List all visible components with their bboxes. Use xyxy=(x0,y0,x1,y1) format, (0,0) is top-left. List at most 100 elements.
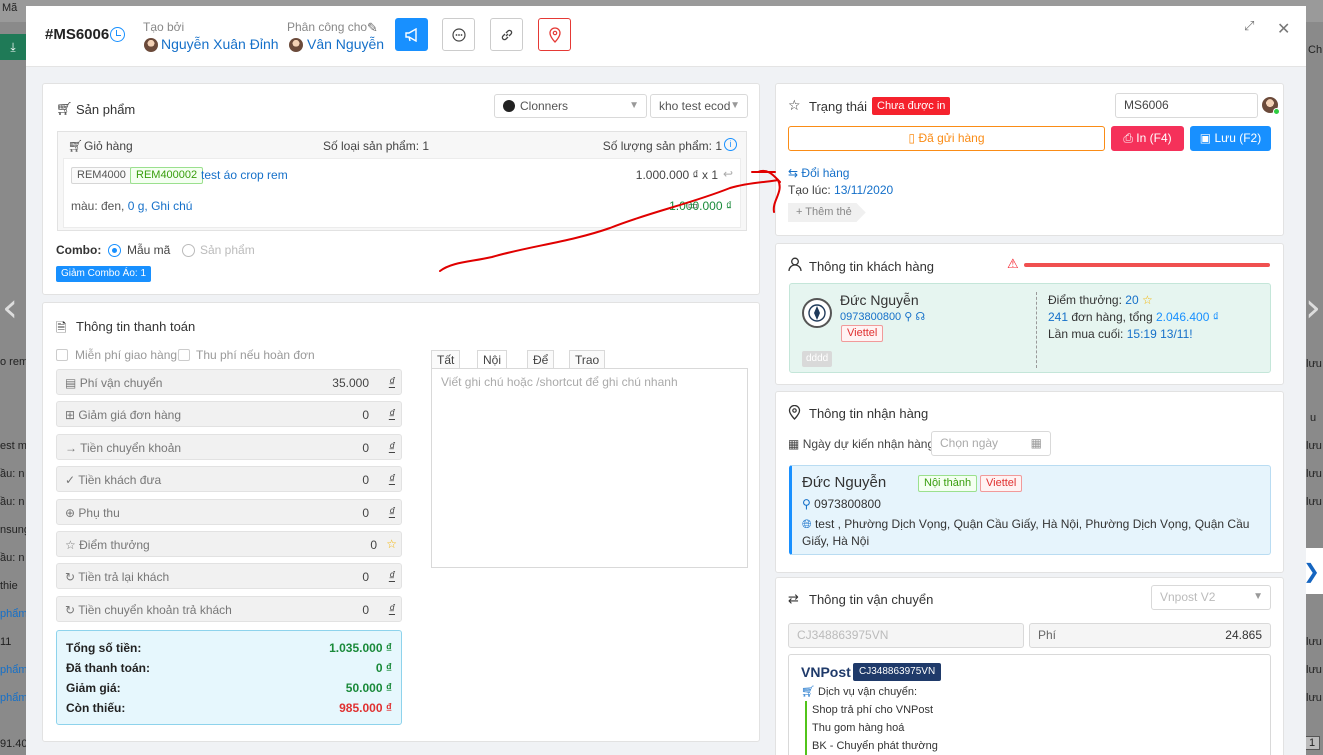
link-icon[interactable] xyxy=(490,18,523,51)
payment-row-label: Điểm thưởng xyxy=(79,538,150,552)
background-page-number[interactable]: 1 xyxy=(1304,736,1321,750)
tab-all[interactable]: Tất cả xyxy=(431,350,461,385)
sent-button[interactable]: ▯ Đã gửi hàng xyxy=(788,126,1105,151)
tab-internal[interactable]: Nội bộ xyxy=(477,350,508,385)
carrier-tag: Viettel xyxy=(841,325,884,342)
payment-row-value[interactable]: 0 xyxy=(362,408,369,422)
star-icon: ☆ xyxy=(1141,293,1153,307)
order-code-input[interactable]: MS6006 xyxy=(1115,93,1258,118)
payment-row-refund[interactable]: ↻ Tiền trả lại khách 0 ₫ xyxy=(56,563,402,589)
payment-row-value[interactable]: 0 xyxy=(362,603,369,617)
payment-row-label: Phí vận chuyển xyxy=(79,376,163,390)
online-dot xyxy=(1273,108,1280,115)
megaphone-icon[interactable] xyxy=(395,18,428,51)
arrow-right-icon: → xyxy=(65,441,77,455)
payment-row-value[interactable]: 0 xyxy=(362,506,369,520)
payment-row-refund-transfer[interactable]: ↻ Tiền chuyển khoản trả khách 0 ₫ xyxy=(56,596,402,622)
payment-row-surcharge[interactable]: ⊕ Phụ thu 0 ₫ xyxy=(56,499,402,525)
background-text: lưu xyxy=(1306,692,1322,704)
background-text: lưu xyxy=(1306,440,1322,452)
customer-name[interactable]: Đức Nguyễn xyxy=(840,292,919,308)
receiver-phone[interactable]: 0973800800 xyxy=(814,497,881,511)
expand-icon[interactable]: ⤢ xyxy=(1244,19,1254,34)
chat-icon[interactable] xyxy=(442,18,475,51)
background-text: Mã xyxy=(2,2,18,14)
customer-phone[interactable]: 0973800800 ⚲ ☊ xyxy=(840,310,925,323)
chevron-down-icon: ▼ xyxy=(1253,591,1263,602)
last-buy-label: Lần mua cuối: xyxy=(1048,327,1124,341)
assigned-name[interactable]: Vân Nguyễn xyxy=(307,36,384,52)
currency: ₫ xyxy=(388,602,395,616)
product-name-link[interactable]: test áo crop rem xyxy=(201,168,288,182)
receiver-phone-line: ⚲ 0973800800 xyxy=(802,497,881,511)
receiver-address[interactable]: test , Phường Dịch Vọng, Quận Cầu Giấy, … xyxy=(802,517,1249,548)
payment-row-value[interactable]: 0 xyxy=(362,441,369,455)
payment-row-shipping[interactable]: ▤ Phí vận chuyển 35.000 ₫ xyxy=(56,369,402,395)
cart-item: REM4000 REM400002 test áo crop rem 1.000… xyxy=(63,158,741,228)
item-attributes: màu: đen, 0 g, Ghi chú xyxy=(71,199,193,213)
combo-product-label: Sản phẩm xyxy=(200,243,255,257)
star-icon: ☆ xyxy=(65,538,76,552)
store-logo-icon xyxy=(503,100,515,112)
item-weight[interactable]: 0 g xyxy=(128,199,145,213)
created-by-name[interactable]: Nguyễn Xuân Đỉnh xyxy=(161,36,279,52)
combo-label: Combo: xyxy=(56,243,102,257)
print-button-label: In (F4) xyxy=(1136,131,1172,145)
combo-product-radio[interactable] xyxy=(182,244,195,257)
tracking-input[interactable]: CJ348863975VN xyxy=(788,623,1024,648)
next-arrow-icon[interactable]: › xyxy=(1305,285,1321,331)
fee-value: 24.865 xyxy=(1225,628,1262,642)
expected-date-label: Ngày dự kiến nhận hàng xyxy=(802,437,935,451)
note-textarea[interactable]: Viết ghi chú hoặc /shortcut để ghi chú n… xyxy=(431,368,748,568)
payment-row-value[interactable]: 0 xyxy=(370,538,377,552)
clock-icon[interactable] xyxy=(110,27,125,42)
return-fee-checkbox[interactable] xyxy=(178,349,190,361)
payment-row-transfer[interactable]: → Tiền chuyển khoản 0 ₫ xyxy=(56,434,402,460)
receipt-icon: 🗎︎ xyxy=(56,321,67,336)
payment-row-points[interactable]: ☆ Điểm thưởng 0 ☆ xyxy=(56,531,402,557)
free-ship-checkbox[interactable] xyxy=(56,349,68,361)
payment-row-value[interactable]: 0 xyxy=(362,570,369,584)
note-link[interactable]: Ghi chú xyxy=(151,199,192,213)
warehouse-select[interactable]: kho test ecod ▼ xyxy=(650,94,748,118)
print-button[interactable]: ⎙ In (F4) xyxy=(1111,126,1184,151)
cart-icon: 🛒︎ xyxy=(56,102,73,117)
shipping-service-select[interactable]: Vnpost V2 ▼ xyxy=(1151,585,1271,610)
divider xyxy=(1036,292,1037,368)
tab-print[interactable]: Để in xyxy=(527,350,555,385)
edit-icon[interactable]: ✎ xyxy=(367,20,378,36)
save-icon: ▣ xyxy=(1199,131,1212,145)
fee-input[interactable]: Phí 24.865 xyxy=(1029,623,1271,648)
currency: ₫ xyxy=(388,569,395,583)
payment-row-customer-paid[interactable]: ✓ Tiền khách đưa 0 ₫ xyxy=(56,466,402,492)
date-picker[interactable]: Chọn ngày ▦ xyxy=(931,431,1051,456)
orders-text: đơn hàng, tổng xyxy=(1071,310,1153,324)
close-icon[interactable]: ✕ xyxy=(1277,19,1290,38)
add-tag-button[interactable]: + Thêm thẻ xyxy=(788,203,866,222)
link-icon[interactable]: ⚲ xyxy=(904,311,912,323)
prev-arrow-icon[interactable]: ‹ xyxy=(2,285,18,331)
remaining-value: 985.000 ₫ xyxy=(339,701,392,715)
headset-icon[interactable]: ☊ xyxy=(915,311,925,323)
info-icon[interactable]: i xyxy=(724,138,737,151)
reply-icon[interactable]: ↩ xyxy=(723,167,733,181)
orders-count[interactable]: 241 xyxy=(1048,310,1068,324)
receiver-card: Thông tin nhận hàng ▦ Ngày dự kiến nhận … xyxy=(775,391,1284,573)
tab-discussion[interactable]: Trao đổi xyxy=(569,350,606,385)
risk-bar xyxy=(1024,263,1270,267)
cart-icon: 🛒︎ xyxy=(68,139,84,153)
last-buy-value: 15:19 13/11! xyxy=(1126,327,1193,341)
combo-variant-radio[interactable] xyxy=(108,244,121,257)
tracking-badge[interactable]: CJ348863975VN xyxy=(853,663,942,681)
star-icon[interactable]: ☆ xyxy=(386,537,397,551)
location-icon[interactable] xyxy=(538,18,571,51)
payment-row-discount[interactable]: ⊞ Giảm giá đơn hàng 0 ₫ xyxy=(56,401,402,427)
receiver-name[interactable]: Đức Nguyễn xyxy=(802,474,886,491)
background-download-button[interactable]: ⤓ xyxy=(0,34,26,60)
save-button[interactable]: ▣ Lưu (F2) xyxy=(1190,126,1271,151)
store-select[interactable]: Clonners ▼ xyxy=(494,94,647,118)
payment-row-value[interactable]: 35.000 xyxy=(332,376,369,390)
payment-row-value[interactable]: 0 xyxy=(362,473,369,487)
change-link[interactable]: ⇆ Đổi hàng xyxy=(788,166,849,180)
assigned-label: Phân công cho xyxy=(287,20,368,34)
